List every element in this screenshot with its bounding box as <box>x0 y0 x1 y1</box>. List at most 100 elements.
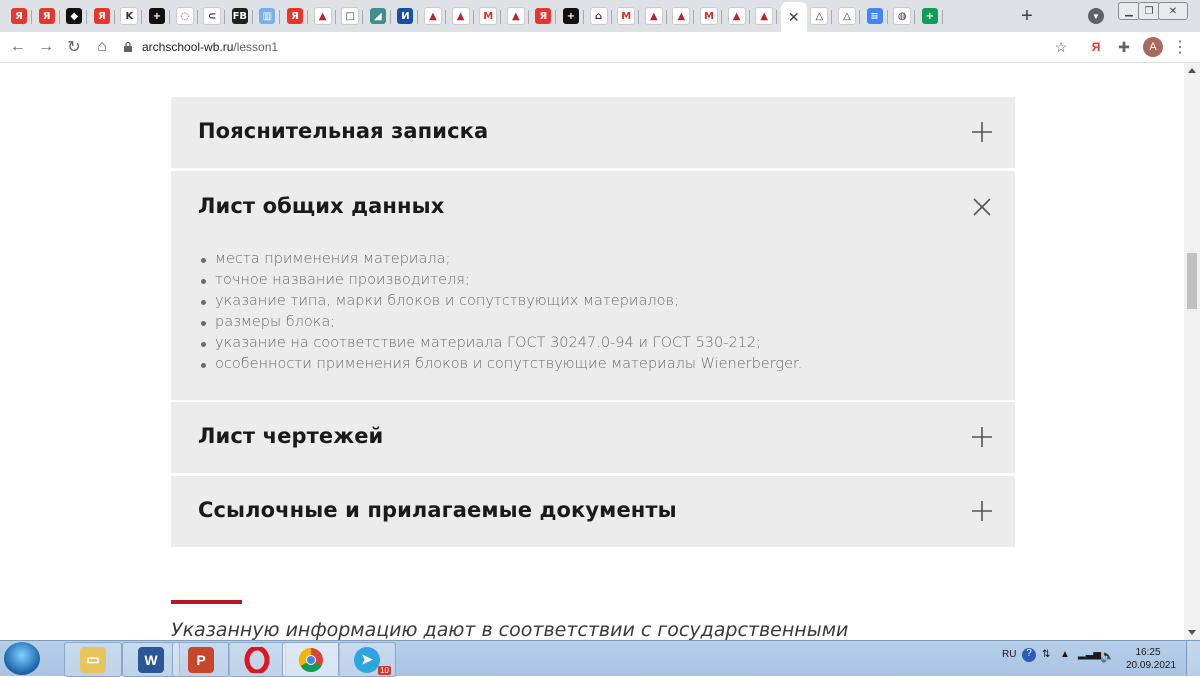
scroll-up-icon[interactable] <box>1188 68 1196 73</box>
extensions-icon[interactable]: ✚ <box>1116 39 1132 55</box>
browser-tab[interactable]: ▲ <box>641 4 667 28</box>
clock-time: 16:25 <box>1135 647 1161 658</box>
help-icon[interactable]: ? <box>1022 648 1036 662</box>
browser-tab[interactable]: ▲ <box>448 4 474 28</box>
new-tab-button[interactable]: + <box>1016 4 1038 28</box>
reload-icon[interactable]: ↻ <box>64 37 84 57</box>
yandex-extension-icon[interactable]: Я <box>1088 39 1104 55</box>
tab-separator <box>334 10 336 24</box>
browser-tab[interactable]: + <box>558 4 584 28</box>
browser-tab[interactable]: ◍ <box>889 4 916 28</box>
system-clock[interactable]: 16:25 20.09.2021 <box>1126 646 1176 672</box>
scrollbar-thumb[interactable] <box>1187 253 1197 309</box>
browser-tab[interactable]: Я <box>282 4 308 28</box>
tab-separator <box>196 10 198 24</box>
google-sheets-plus-icon: + <box>921 8 938 24</box>
start-button[interactable] <box>4 642 40 675</box>
taskbar-powerpoint[interactable]: P <box>172 642 230 677</box>
scroll-down-icon[interactable] <box>1188 630 1196 635</box>
avatar[interactable]: A <box>1143 37 1163 57</box>
tab-separator <box>31 10 32 24</box>
browser-tab[interactable]: ▲ <box>503 4 529 28</box>
browser-tab[interactable]: Я <box>34 4 60 28</box>
browser-tab[interactable]: ⊂ <box>199 4 226 28</box>
taskbar-explorer[interactable]: ▭ <box>64 642 122 677</box>
browser-tab[interactable]: И <box>392 4 419 28</box>
show-desktop-button[interactable] <box>1186 641 1200 676</box>
plus-icon[interactable] <box>971 426 993 448</box>
tab-strip: Я Я ◆ Я K + ◌ ⊂ FB ▥ Я ▲ □ ◢ И ▲ ▲ M ▲ Я + ⌂ M ▲ ▲ M ▲ ▲ ✕ △ △ ≡ ◍ + + ▼ <box>0 0 1200 32</box>
wienerberger-icon: ▲ <box>451 7 470 25</box>
star-icon[interactable]: ☆ <box>1053 39 1069 55</box>
browser-tab[interactable]: ▲ <box>668 4 695 28</box>
browser-tab[interactable]: ◆ <box>61 4 88 28</box>
close-icon[interactable] <box>971 196 993 218</box>
browser-tab[interactable]: + <box>917 4 943 28</box>
browser-tab[interactable]: □ <box>337 4 364 28</box>
tab-separator <box>610 10 612 24</box>
address-bar[interactable]: archschool-wb.ru/lesson1 <box>122 35 1082 59</box>
home-icon[interactable]: ⌂ <box>92 37 112 57</box>
list-item: размеры блока; <box>201 312 802 333</box>
wienerberger-icon: ▲ <box>313 7 332 25</box>
tab-search-icon[interactable]: ▼ <box>1088 8 1104 24</box>
network-icon[interactable]: ▂▃▅ <box>1078 649 1101 660</box>
accordion-item-explanatory-note[interactable]: Пояснительная записка <box>171 97 1015 168</box>
active-browser-tab[interactable]: ✕ <box>780 2 807 32</box>
browser-tab[interactable]: ▥ <box>254 4 281 28</box>
language-indicator[interactable]: RU <box>1002 649 1016 660</box>
close-window-button[interactable]: ✕ <box>1158 2 1188 20</box>
tab-separator <box>665 10 667 24</box>
browser-tab[interactable]: ▲ <box>310 4 336 28</box>
page-content: Пояснительная записка Лист общих данных … <box>0 63 1184 640</box>
back-icon[interactable]: ← <box>8 37 28 57</box>
browser-tab[interactable]: ▲ <box>420 4 446 28</box>
taskbar-opera[interactable] <box>228 642 286 677</box>
minimize-button[interactable]: ▁ <box>1118 2 1140 20</box>
browser-tab[interactable]: ◌ <box>172 4 198 28</box>
accordion-item-drawings[interactable]: Лист чертежей <box>171 402 1015 473</box>
volume-icon[interactable]: 🔈 <box>1100 649 1115 663</box>
browser-tab[interactable]: M <box>696 4 722 28</box>
browser-tab[interactable]: Я <box>89 4 115 28</box>
browser-tab[interactable]: Я <box>530 4 557 28</box>
scrollbar[interactable] <box>1184 63 1200 640</box>
tab-separator <box>886 10 888 24</box>
browser-tab[interactable]: M <box>475 4 502 28</box>
browser-tab[interactable]: ◢ <box>365 4 391 28</box>
plus-icon[interactable] <box>971 121 993 143</box>
accordion-item-general-data[interactable]: Лист общих данных места применения матер… <box>171 171 1015 400</box>
close-tab-icon[interactable]: ✕ <box>788 9 800 26</box>
browser-tab[interactable]: △ <box>834 4 860 28</box>
browser-tab[interactable]: M <box>613 4 640 28</box>
forward-icon[interactable]: → <box>36 37 56 57</box>
restore-button[interactable]: ❐ <box>1138 2 1160 20</box>
browser-tab[interactable]: + <box>144 4 170 28</box>
google-drive-icon: △ <box>838 7 856 25</box>
wienerberger-icon: ▲ <box>644 7 663 25</box>
browser-tab[interactable]: Я <box>6 4 32 28</box>
telegram-icon: ➤ <box>354 646 380 673</box>
tab-separator <box>141 10 143 24</box>
browser-tab[interactable]: ⌂ <box>586 4 612 28</box>
tab-separator <box>169 10 170 24</box>
browser-tab[interactable]: △ <box>806 4 833 28</box>
opera-icon <box>244 646 270 673</box>
accordion-item-reference-documents[interactable]: Ссылочные и прилагаемые документы <box>171 476 1015 547</box>
browser-tab[interactable]: ▲ <box>751 4 778 28</box>
tray-arrows-icon[interactable]: ⇅ <box>1042 649 1050 660</box>
plus-icon[interactable] <box>971 500 993 522</box>
browser-tab[interactable]: FB <box>227 4 253 28</box>
taskbar-chrome[interactable] <box>282 642 340 677</box>
wienerberger-icon: ▲ <box>755 7 774 25</box>
menu-icon[interactable]: ⋮ <box>1172 39 1188 56</box>
body-text: Указанную информацию дают в соответствии… <box>171 619 849 640</box>
tray-expand-icon[interactable]: ▲ <box>1060 649 1070 660</box>
tab-separator <box>721 10 722 24</box>
browser-tab[interactable]: ▲ <box>724 4 750 28</box>
browser-tab[interactable]: K <box>116 4 143 28</box>
taskbar-telegram[interactable]: ➤ 10 <box>338 642 396 677</box>
taskbar: ▭ W P ➤ 10 RU ? ⇅ ▲ ▂▃▅ 🔈 16:25 20.09.20… <box>0 640 1200 677</box>
link-icon: ⊂ <box>203 7 222 25</box>
browser-tab[interactable]: ≡ <box>862 4 888 28</box>
